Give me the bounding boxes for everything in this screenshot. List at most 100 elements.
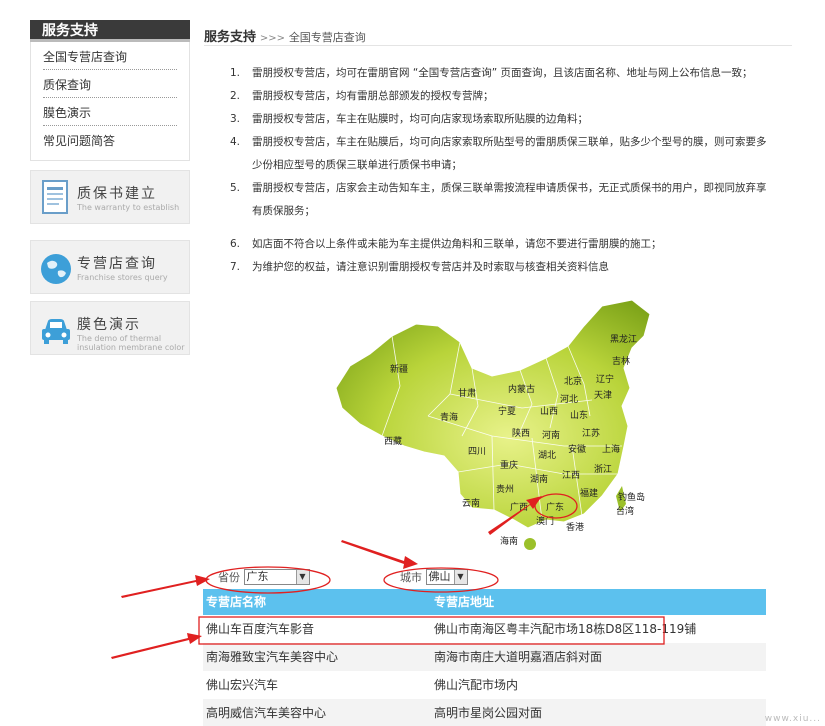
province-label: 吉林 bbox=[612, 355, 630, 367]
card-title: 质保书建立 bbox=[77, 186, 157, 202]
table-row[interactable]: 高明威信汽车美容中心 高明市星岗公园对面 bbox=[203, 699, 766, 726]
province-label: 香港 bbox=[566, 521, 584, 533]
notice-item: 6. 如店面不符合以上条件或未能为车主提供边角料和三联单，请您不要进行雷朋膜的施工… bbox=[230, 233, 770, 256]
china-map[interactable]: 黑龙江 吉林 辽宁 北京 天津 内蒙古 河北 新疆 甘肃 宁夏 山西 山东 青海… bbox=[332, 296, 662, 558]
store-name: 高明威信汽车美容中心 bbox=[206, 706, 327, 720]
sidebar-item-store-query[interactable]: 全国专营店查询 bbox=[43, 42, 177, 70]
city-select[interactable]: 佛山 ▼ bbox=[425, 569, 468, 585]
sidebar: 服务支持 全国专营店查询 质保查询 膜色演示 常见问题简答 质保书建立 The … bbox=[30, 20, 190, 355]
notice-number: 3. bbox=[230, 113, 241, 125]
sidebar-title: 服务支持 bbox=[30, 20, 190, 42]
chevron-down-icon[interactable]: ▼ bbox=[295, 570, 309, 584]
province-label: 江西 bbox=[562, 470, 580, 481]
province-label: 湖南 bbox=[530, 473, 548, 485]
sidebar-menu: 全国专营店查询 质保查询 膜色演示 常见问题简答 bbox=[30, 42, 190, 161]
store-name: 南海雅致宝汽车美容中心 bbox=[206, 650, 339, 664]
province-label: 四川 bbox=[468, 447, 486, 457]
card-subtitle: Franchise stores query bbox=[77, 273, 168, 282]
notice-number: 2. bbox=[230, 90, 241, 102]
city-selected-value: 佛山 bbox=[428, 570, 451, 583]
color-demo-card[interactable]: 膜色演示 The demo of thermal insulation memb… bbox=[30, 301, 190, 355]
table-row[interactable]: 佛山宏兴汽车 佛山汽配市场内 bbox=[203, 671, 766, 699]
column-header-name: 专营店名称 bbox=[206, 595, 267, 609]
province-label: 福建 bbox=[580, 487, 598, 499]
province-label: 云南 bbox=[462, 497, 480, 509]
province-select[interactable]: 广东 ▼ bbox=[243, 569, 310, 585]
province-label: 河南 bbox=[542, 429, 560, 441]
province-label: 海南 bbox=[500, 535, 518, 547]
province-label: 辽宁 bbox=[596, 373, 614, 385]
sidebar-item-warranty-query[interactable]: 质保查询 bbox=[43, 70, 177, 98]
notice-number: 6. bbox=[230, 238, 241, 250]
sidebar-item-faq[interactable]: 常见问题简答 bbox=[43, 126, 177, 154]
card-title: 膜色演示 bbox=[77, 317, 141, 333]
document-icon bbox=[39, 179, 73, 217]
store-name: 佛山车百度汽车影音 bbox=[206, 622, 315, 636]
breadcrumb: 服务支持 >>> 全国专营店查询 bbox=[204, 26, 792, 46]
province-label: 江苏 bbox=[582, 427, 600, 439]
province-label: 内蒙古 bbox=[508, 383, 535, 395]
province-label: 广东 bbox=[546, 501, 564, 513]
arrow-to-result-row bbox=[111, 633, 202, 659]
store-address: 佛山汽配市场内 bbox=[434, 678, 519, 692]
province-label: 甘肃 bbox=[458, 387, 476, 399]
province-label: 山东 bbox=[570, 409, 588, 421]
store-query-card[interactable]: 专营店查询 Franchise stores query bbox=[30, 240, 190, 294]
province-label: 钓鱼岛 bbox=[618, 491, 645, 503]
chevron-down-icon[interactable]: ▼ bbox=[453, 570, 467, 584]
notice-number: 7. bbox=[230, 261, 241, 273]
breadcrumb-separator: >>> bbox=[259, 33, 285, 44]
sidebar-item-color-demo[interactable]: 膜色演示 bbox=[43, 98, 177, 126]
notice-text: 雷朋授权专营店，车主在贴膜后，均可向店家索取所贴型号的雷朋质保三联单，贴多少个型… bbox=[252, 136, 767, 171]
province-label: 青海 bbox=[440, 411, 458, 423]
notice-item: 2. 雷朋授权专营店，均有雷朋总部颁发的授权专营牌； bbox=[230, 85, 770, 108]
province-label: 台湾 bbox=[616, 505, 634, 517]
breadcrumb-section[interactable]: 服务支持 bbox=[204, 30, 256, 45]
notice-text: 雷朋授权专营店，店家会主动告知车主，质保三联单需按流程申请质保书，无正式质保书的… bbox=[252, 182, 767, 217]
notice-number: 4. bbox=[230, 136, 241, 148]
city-label: 城市 bbox=[400, 571, 422, 584]
province-label: 广西 bbox=[510, 501, 528, 513]
hainan-island bbox=[524, 538, 536, 550]
notice-item: 7. 为维护您的权益，请注意识别雷朋授权专营店并及时索取与核查相关资料信息 bbox=[230, 256, 770, 279]
province-label: 新疆 bbox=[390, 363, 408, 375]
province-label: 澳门 bbox=[536, 515, 554, 527]
province-label: 省份 bbox=[218, 571, 240, 584]
store-address: 高明市星岗公园对面 bbox=[434, 706, 543, 720]
province-label: 西藏 bbox=[384, 435, 402, 447]
store-address: 佛山市南海区粤丰汽配市场18栋D8区118-119铺 bbox=[434, 622, 697, 636]
breadcrumb-current-page: 全国专营店查询 bbox=[288, 31, 366, 44]
watermark: www.xiu... bbox=[764, 714, 821, 724]
card-subtitle: The warranty to establish bbox=[77, 203, 180, 212]
province-label: 天津 bbox=[594, 390, 612, 401]
notice-text: 为维护您的权益，请注意识别雷朋授权专营店并及时索取与核查相关资料信息 bbox=[252, 261, 609, 273]
province-label: 黑龙江 bbox=[610, 333, 637, 345]
notice-text: 雷朋授权专营店，均有雷朋总部颁发的授权专营牌； bbox=[252, 90, 494, 102]
store-address: 南海市南庄大道明嘉酒店斜对面 bbox=[434, 650, 603, 664]
province-label: 上海 bbox=[602, 443, 620, 455]
warranty-establish-card[interactable]: 质保书建立 The warranty to establish bbox=[30, 170, 190, 224]
notice-text: 如店面不符合以上条件或未能为车主提供边角料和三联单，请您不要进行雷朋膜的施工； bbox=[252, 238, 662, 250]
car-icon bbox=[39, 310, 73, 348]
table-row[interactable]: 佛山车百度汽车影音 佛山市南海区粤丰汽配市场18栋D8区118-119铺 bbox=[203, 615, 766, 643]
city-filter: 城市 佛山 ▼ bbox=[400, 569, 468, 591]
globe-icon bbox=[39, 249, 73, 287]
province-label: 山西 bbox=[540, 406, 558, 417]
notice-item: 4. 雷朋授权专营店，车主在贴膜后，均可向店家索取所贴型号的雷朋质保三联单，贴多少… bbox=[230, 131, 770, 177]
column-header-address: 专营店地址 bbox=[434, 595, 495, 609]
notice-item: 1. 雷朋授权专营店，均可在雷朋官网 “全国专营店查询” 页面查询，且该店面名称、… bbox=[230, 62, 770, 85]
province-label: 重庆 bbox=[500, 459, 518, 471]
province-label: 河北 bbox=[560, 393, 578, 405]
province-filter: 省份 广东 ▼ bbox=[218, 569, 310, 591]
notice-number: 5. bbox=[230, 182, 241, 194]
notice-text: 雷朋授权专营店，车主在贴膜时，均可向店家现场索取所贴膜的边角料； bbox=[252, 113, 588, 125]
table-header: 专营店名称 专营店地址 bbox=[203, 589, 766, 615]
province-label: 安徽 bbox=[568, 443, 586, 455]
card-subtitle: The demo of thermal insulation membrane … bbox=[77, 334, 185, 352]
table-row[interactable]: 南海雅致宝汽车美容中心 南海市南庄大道明嘉酒店斜对面 bbox=[203, 643, 766, 671]
notice-item: 5. 雷朋授权专营店，店家会主动告知车主，质保三联单需按流程申请质保书，无正式质保… bbox=[230, 177, 770, 223]
province-label: 宁夏 bbox=[498, 405, 516, 417]
province-label: 陕西 bbox=[512, 427, 530, 439]
province-label: 北京 bbox=[564, 375, 582, 387]
china-landmass bbox=[335, 299, 651, 529]
